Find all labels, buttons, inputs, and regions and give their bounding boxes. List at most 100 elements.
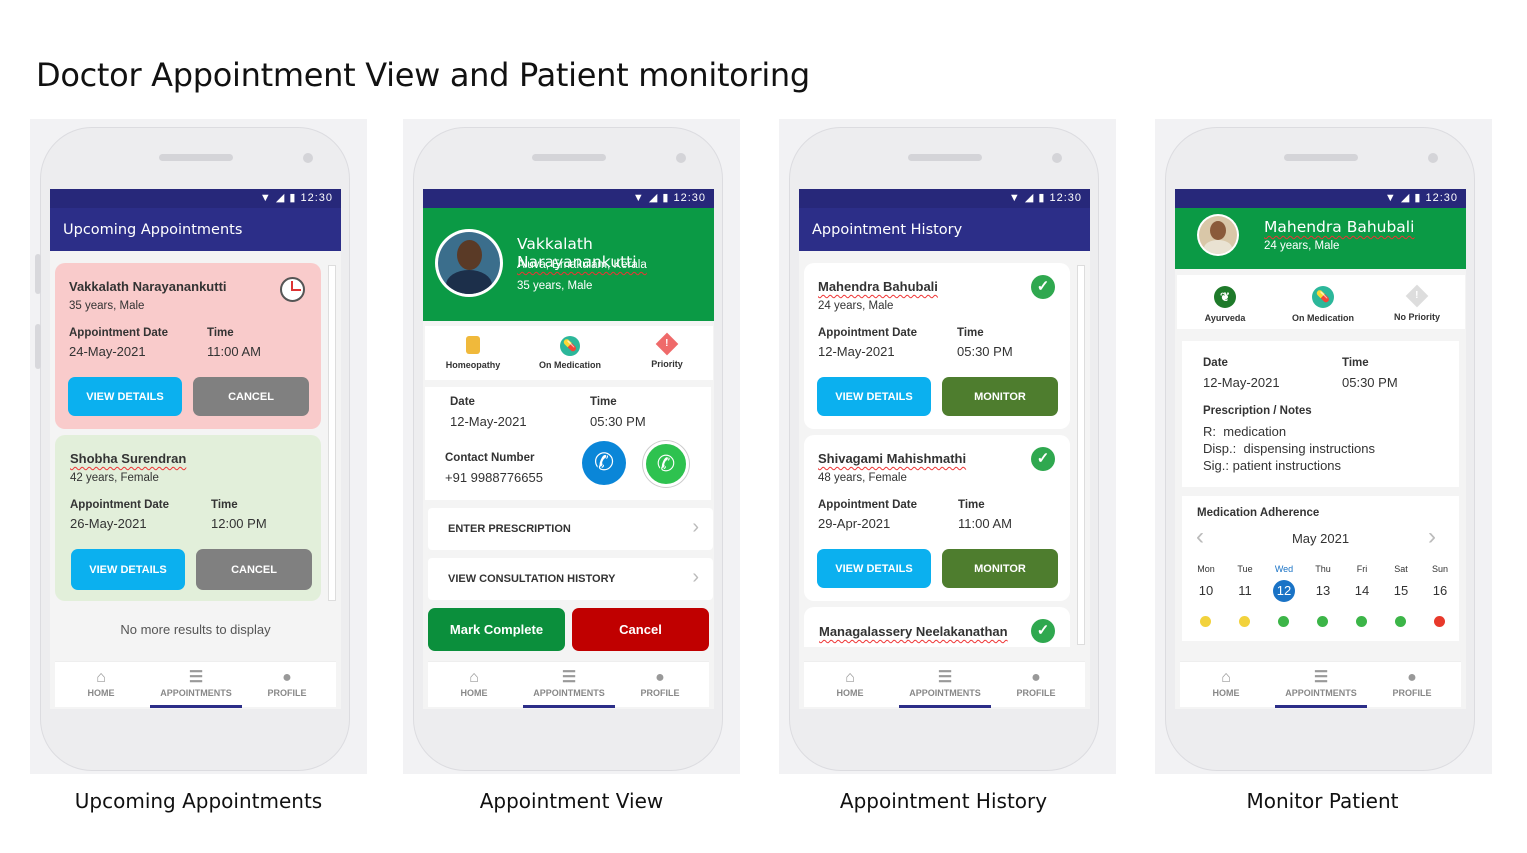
calendar-dow: Sat (1394, 564, 1408, 574)
home-icon: ⌂ (469, 669, 479, 686)
appointment-date: 29-Apr-2021 (818, 516, 891, 531)
view-details-button[interactable]: VIEW DETAILS (68, 377, 182, 416)
list-icon: ☰ (188, 669, 204, 686)
calendar-day[interactable]: 11 (1227, 583, 1263, 598)
appointment-time: 11:00 AM (958, 516, 1012, 531)
check-icon: ✓ (1031, 275, 1055, 299)
phone-speaker (532, 154, 606, 161)
disp-value: dispensing instructions (1243, 441, 1375, 456)
calendar-day[interactable]: 10 (1188, 583, 1224, 598)
chevron-right-icon: › (692, 516, 699, 538)
tag-homeopathy: Homeopathy (433, 336, 513, 370)
nav-appointments[interactable]: ☰ APPOINTMENTS (150, 668, 242, 698)
appointment-date: 12-May-2021 (818, 344, 895, 359)
phone-speaker (159, 154, 233, 161)
calendar-day[interactable]: 16 (1422, 583, 1458, 598)
prescription-notes-label: Prescription / Notes (1203, 405, 1312, 417)
sig-label: Sig.: (1203, 458, 1230, 473)
status-icons: ▼ ◢ ▮ (1008, 192, 1046, 204)
caption: Monitor Patient (1246, 789, 1399, 813)
history-card[interactable]: Mahendra Bahubali ✓ 24 years, Male Appoi… (804, 263, 1070, 429)
priority-warning-icon: ! (1405, 284, 1429, 308)
whatsapp-icon[interactable]: ✆ (643, 441, 689, 487)
tags-row: ❦ Ayurveda 💊 On Medication ! No Priority (1177, 275, 1465, 329)
nav-profile[interactable]: ● PROFILE (614, 668, 706, 698)
appointment-date-label: Appointment Date (818, 327, 918, 339)
nav-home[interactable]: ⌂ HOME (55, 668, 147, 698)
phone-speaker (908, 154, 982, 161)
panel-upcoming: ▼ ◢ ▮ 12:30 Upcoming Appointments Vakkal… (30, 119, 367, 774)
nav-appointments[interactable]: ☰ APPOINTMENTS (523, 668, 615, 698)
view-details-button[interactable]: VIEW DETAILS (817, 377, 931, 416)
tag-priority: ! Priority (627, 332, 707, 369)
history-card[interactable]: Managalassery Neelakanathan ✓ (804, 607, 1070, 647)
patient-name: Mahendra Bahubali (1264, 218, 1415, 236)
caption: Appointment History (839, 789, 1048, 813)
view-details-button[interactable]: VIEW DETAILS (71, 549, 185, 590)
phone-screen: ▼ ◢ ▮ 12:30 Upcoming Appointments Vakkal… (50, 189, 341, 709)
appointment-details-card: Date Time 12-May-2021 05:30 PM Contact N… (425, 387, 711, 500)
caption: Upcoming Appointments (74, 789, 323, 813)
nav-profile[interactable]: ● PROFILE (1366, 668, 1458, 698)
patient-name: Managalassery Neelakanathan (819, 624, 1008, 639)
status-icons: ▼ ◢ ▮ (1384, 192, 1422, 204)
date-label: Date (1203, 357, 1228, 369)
cancel-button[interactable]: Cancel (572, 608, 709, 651)
patient-age-gender: 42 years, Female (70, 472, 159, 484)
phone-call-icon[interactable]: ✆ (582, 441, 626, 485)
no-more-results: No more results to display (120, 622, 271, 637)
view-consultation-history-row[interactable]: VIEW CONSULTATION HISTORY › (428, 558, 713, 600)
calendar-day[interactable]: 13 (1305, 583, 1341, 598)
appointment-card[interactable]: Shobha Surendran 42 years, Female Appoin… (55, 435, 321, 601)
nav-profile[interactable]: ● PROFILE (990, 668, 1082, 698)
calendar-day[interactable]: 12 (1273, 580, 1295, 602)
appointment-date-label: Appointment Date (70, 499, 170, 511)
caption: Appointment View (479, 789, 664, 813)
calendar-dow: Wed (1274, 564, 1294, 574)
chevron-right-icon[interactable]: › (1428, 523, 1436, 551)
calendar-dow: Mon (1197, 564, 1215, 574)
leaf-icon: ❦ (1214, 286, 1236, 308)
adherence-dot (1278, 616, 1289, 627)
cancel-button[interactable]: CANCEL (196, 549, 312, 590)
view-details-button[interactable]: VIEW DETAILS (817, 549, 931, 588)
cancel-button[interactable]: CANCEL (193, 377, 309, 416)
monitor-button[interactable]: MONITOR (942, 377, 1058, 416)
appointment-date: 24-May-2021 (69, 344, 146, 359)
phone-speaker (1284, 154, 1358, 161)
bottom-nav: ⌂ HOME ☰ APPOINTMENTS ● PROFILE (428, 661, 709, 708)
history-card[interactable]: Shivagami Mahishmathi ✓ 48 years, Female… (804, 435, 1070, 601)
app-bar-title: Appointment History (799, 208, 1090, 251)
calendar-dow: Tue (1237, 564, 1253, 574)
nav-home[interactable]: ⌂ HOME (428, 668, 520, 698)
appointment-card[interactable]: Vakkalath Narayanankutti 35 years, Male … (55, 263, 321, 429)
appointment-time: 05:30 PM (590, 414, 646, 429)
nav-appointments[interactable]: ☰ APPOINTMENTS (1275, 668, 1367, 698)
monitor-button[interactable]: MONITOR (942, 549, 1058, 588)
appointment-time: 11:00 AM (207, 344, 261, 359)
calendar-dow: Sun (1431, 564, 1448, 574)
status-time: 12:30 (300, 192, 333, 204)
calendar-day[interactable]: 15 (1383, 583, 1419, 598)
contact-number: +91 9988776655 (445, 470, 543, 485)
appointment-date: 12-May-2021 (450, 414, 527, 429)
enter-prescription-row[interactable]: ENTER PRESCRIPTION › (428, 508, 713, 550)
phone-camera (676, 153, 686, 163)
nav-active-indicator (1275, 705, 1367, 708)
medication-adherence-label: Medication Adherence (1197, 507, 1320, 519)
chevron-right-icon: › (692, 566, 699, 588)
nav-home[interactable]: ⌂ HOME (804, 668, 896, 698)
nav-profile[interactable]: ● PROFILE (241, 668, 333, 698)
scrollbar[interactable] (1077, 265, 1085, 645)
phone-side-button (35, 254, 41, 294)
patient-location: Aluva, Ernakulam, Kerala (517, 259, 647, 271)
calendar-day[interactable]: 14 (1344, 583, 1380, 598)
appointment-time: 12:00 PM (211, 516, 267, 531)
mark-complete-button[interactable]: Mark Complete (428, 608, 565, 651)
check-icon: ✓ (1031, 447, 1055, 471)
contact-label: Contact Number (445, 452, 535, 464)
nav-home[interactable]: ⌂ HOME (1180, 668, 1272, 698)
phone-camera (303, 153, 313, 163)
scrollbar[interactable] (328, 265, 336, 601)
nav-appointments[interactable]: ☰ APPOINTMENTS (899, 668, 991, 698)
